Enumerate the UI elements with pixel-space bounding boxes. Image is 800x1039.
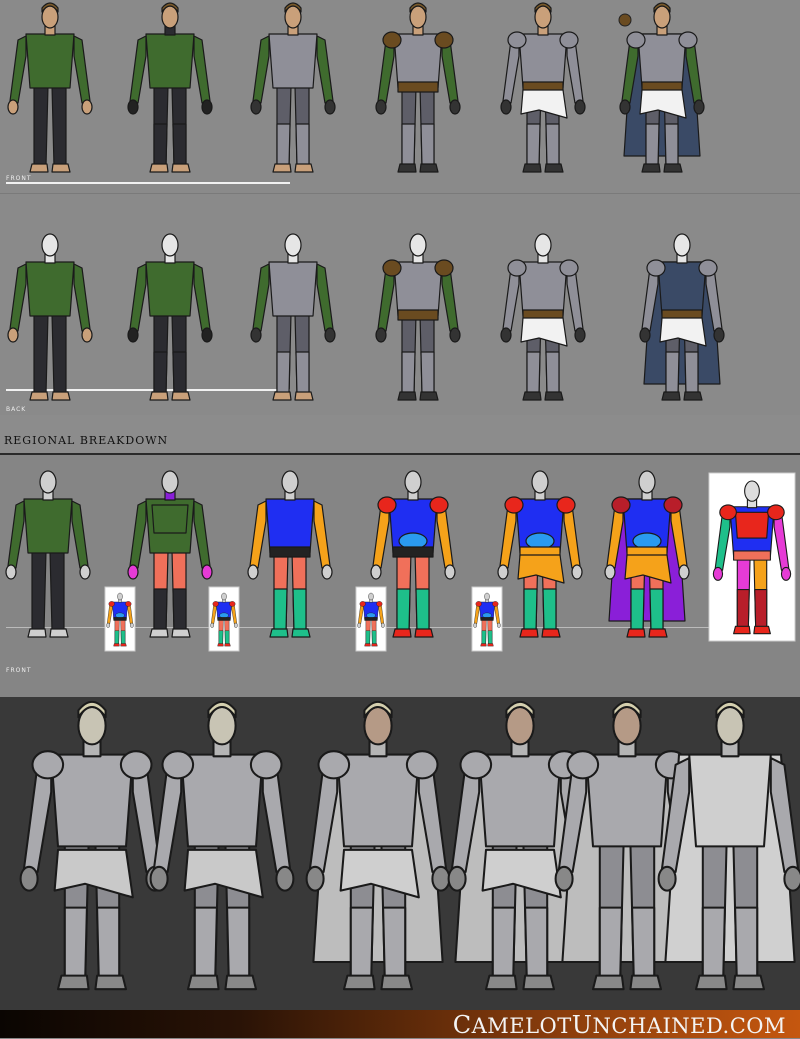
regional-breakdown-panel: FRONT [0, 453, 800, 699]
front-figure [500, 2, 586, 173]
region-figure [5, 470, 91, 638]
back-figure [639, 233, 725, 401]
front-figure [127, 2, 213, 173]
region-figure [247, 470, 333, 638]
site-name[interactable]: CAMELOTUNCHAINED.COM [453, 1011, 786, 1039]
back-figure [250, 233, 336, 401]
region-figure [127, 470, 213, 638]
region-figures [5, 470, 796, 652]
site-letter-u: U [571, 1011, 593, 1039]
site-word-amelot: AMELOT [471, 1014, 572, 1038]
sculpt-figure [305, 700, 451, 991]
front-figure [250, 2, 336, 173]
front-figure [619, 2, 705, 173]
back-figure [375, 233, 461, 401]
back-views-panel: BACK [0, 193, 800, 416]
front-figures [7, 2, 705, 173]
region-figure [497, 470, 583, 638]
site-word-nchained: NCHAINED.COM [592, 1014, 786, 1038]
front-views-panel: FRONT [0, 0, 800, 193]
sculpt-figure [149, 700, 295, 991]
sculpt-figure [657, 700, 800, 991]
section-title: REGIONAL BREAKDOWN [4, 434, 169, 447]
back-figure [500, 233, 586, 401]
front-figure [7, 2, 93, 173]
shield-detail [618, 13, 632, 27]
sculpt-renders-panel [0, 697, 800, 1010]
back-figure [7, 233, 93, 401]
region-figure [604, 470, 690, 638]
sculpt-figure [19, 700, 165, 991]
back-figures [7, 233, 725, 401]
site-letter-c: C [452, 1011, 472, 1039]
sculpt-figures [19, 700, 800, 991]
front-figure [375, 2, 461, 173]
back-figure [127, 233, 213, 401]
